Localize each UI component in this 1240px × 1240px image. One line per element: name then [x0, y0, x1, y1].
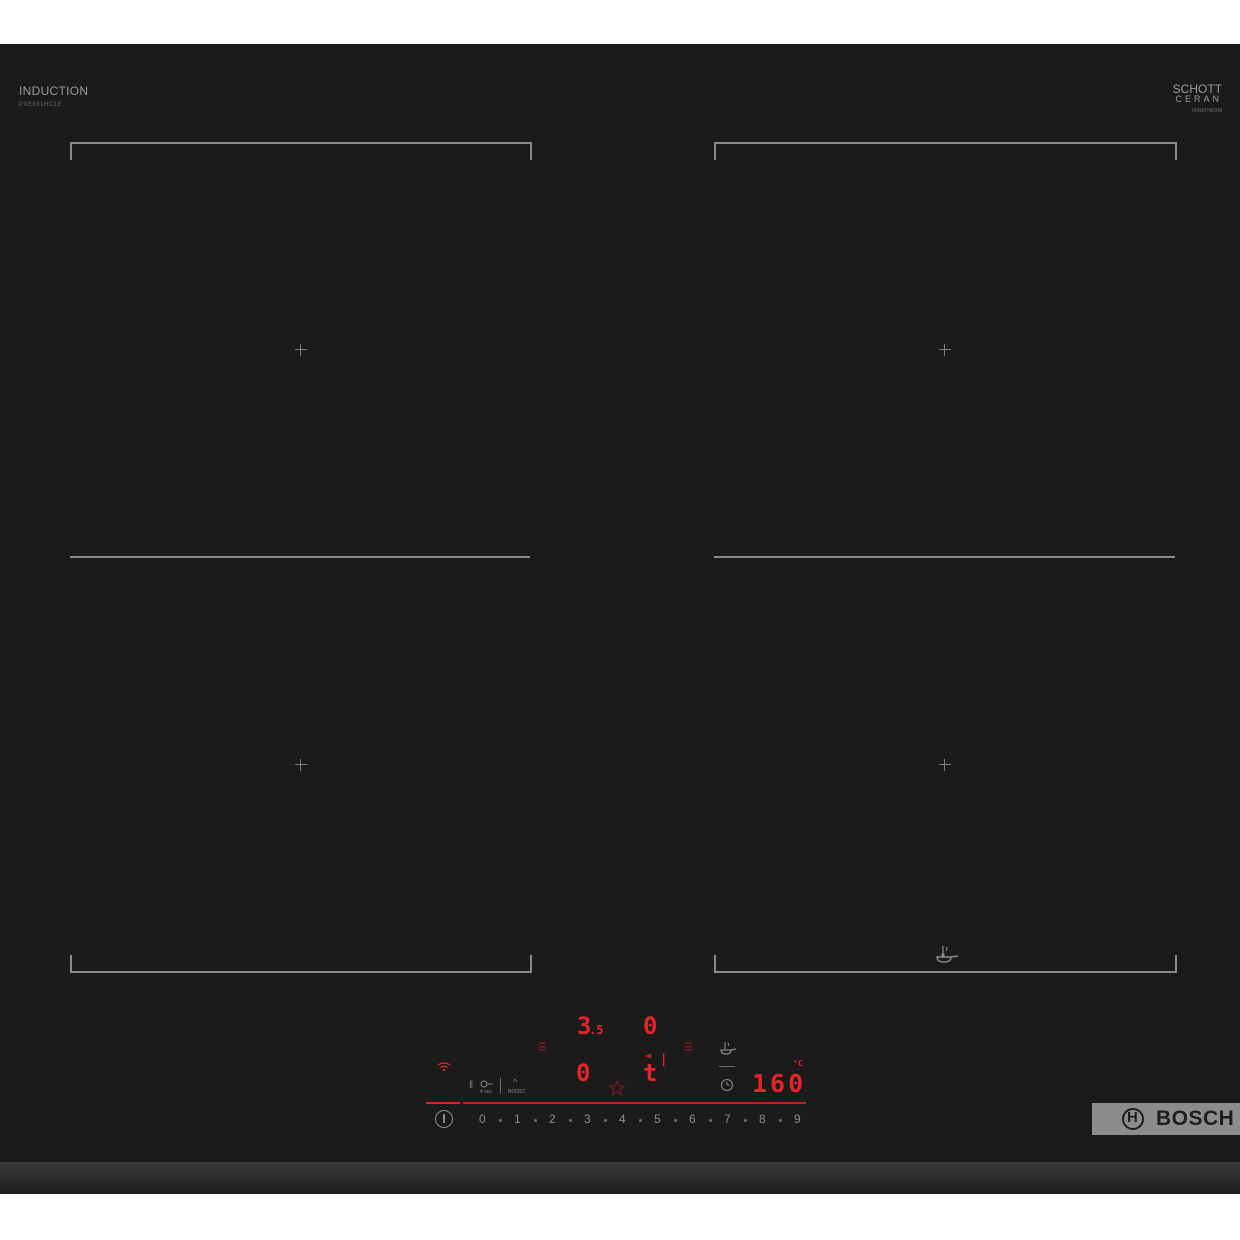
cooktop-frame: [0, 1162, 1240, 1194]
scale-dot: [744, 1119, 747, 1122]
timer-clock-icon[interactable]: [720, 1078, 734, 1092]
zone-center-cross-icon[interactable]: [939, 344, 951, 356]
favorite-star-icon[interactable]: [609, 1080, 625, 1096]
frying-sensor-button-icon[interactable]: [719, 1040, 737, 1056]
bosch-wordmark: BOSCH: [1156, 1107, 1235, 1130]
bosch-logo: BOSCH: [1092, 1103, 1240, 1135]
cooktop-glass: [0, 44, 1240, 1162]
scale-dot: [499, 1119, 502, 1122]
frying-temperature-display: 160: [752, 1069, 807, 1098]
flex-zone-icon[interactable]: ⇥: [645, 1050, 652, 1061]
scale-step-1[interactable]: 1: [514, 1112, 521, 1126]
zone-center-cross-icon[interactable]: [295, 344, 307, 356]
scale-step-6[interactable]: 6: [689, 1112, 696, 1126]
sensor-divider: [719, 1066, 735, 1067]
scale-dot: [674, 1119, 677, 1122]
zone-bottom-left-level: 0: [576, 1059, 591, 1087]
zone-center-cross-icon[interactable]: [295, 759, 307, 771]
scale-step-8[interactable]: 8: [759, 1112, 766, 1126]
zone-top-right-outline: [714, 142, 1177, 160]
zone-top-left-outline: [70, 142, 532, 160]
scale-step-2[interactable]: 2: [549, 1112, 556, 1126]
induction-label: INDUCTION: [19, 84, 89, 98]
scale-step-7[interactable]: 7: [724, 1112, 731, 1126]
model-label: PXE631HC1E: [19, 102, 63, 108]
zone-bottom-left-outline: [70, 955, 532, 973]
scale-dot: [779, 1119, 782, 1122]
scale-dot: [569, 1119, 572, 1122]
frying-sensor-icon: [936, 946, 959, 963]
flex-zone-indicator-icon: |: [660, 1052, 668, 1066]
zone-right-divider: [714, 556, 1175, 558]
lock-duration-label: 4 sec: [480, 1089, 492, 1095]
brand-induction: INDUCTION PXE631HC1E: [19, 84, 88, 108]
zone-select-right-icon[interactable]: ≡: [684, 1040, 692, 1054]
scale-dot: [639, 1119, 642, 1122]
scale-step-5[interactable]: 5: [654, 1112, 661, 1126]
miratherm-label: MIRATHERM: [1192, 108, 1222, 114]
boost-chevron-icon[interactable]: ^: [513, 1077, 517, 1087]
scale-step-9[interactable]: 9: [794, 1112, 801, 1126]
scale-dot: [604, 1119, 607, 1122]
pause-icon[interactable]: ‖: [469, 1080, 473, 1091]
zone-center-cross-icon[interactable]: [939, 759, 951, 771]
temperature-unit: °C: [793, 1059, 803, 1068]
power-button-icon[interactable]: [435, 1110, 453, 1128]
scale-step-3[interactable]: 3: [584, 1112, 591, 1126]
brand-schott-ceran: SCHOTT CERAN MIRATHERM: [1172, 82, 1222, 114]
child-lock-key-icon[interactable]: [480, 1080, 494, 1088]
wifi-icon[interactable]: [437, 1062, 451, 1072]
control-separator: [500, 1078, 501, 1094]
zone-left-divider: [70, 556, 530, 558]
power-slider-track[interactable]: [463, 1102, 806, 1104]
ceran-label: CERAN: [1175, 94, 1222, 104]
zone-top-left-decimal: .5: [589, 1023, 604, 1037]
zone-bottom-right-level: t: [643, 1059, 658, 1087]
power-indicator-line: [426, 1102, 460, 1104]
bosch-armature-icon: [1122, 1108, 1144, 1130]
zone-top-right-level: 0: [643, 1012, 658, 1040]
scale-step-0[interactable]: 0: [479, 1112, 486, 1126]
scale-step-4[interactable]: 4: [619, 1112, 626, 1126]
scale-dot: [709, 1119, 712, 1122]
scale-dot: [534, 1119, 537, 1122]
zone-select-left-icon[interactable]: ≡: [538, 1040, 546, 1054]
boost-label: BOOST: [508, 1089, 526, 1095]
schott-label: SCHOTT: [1172, 82, 1222, 96]
